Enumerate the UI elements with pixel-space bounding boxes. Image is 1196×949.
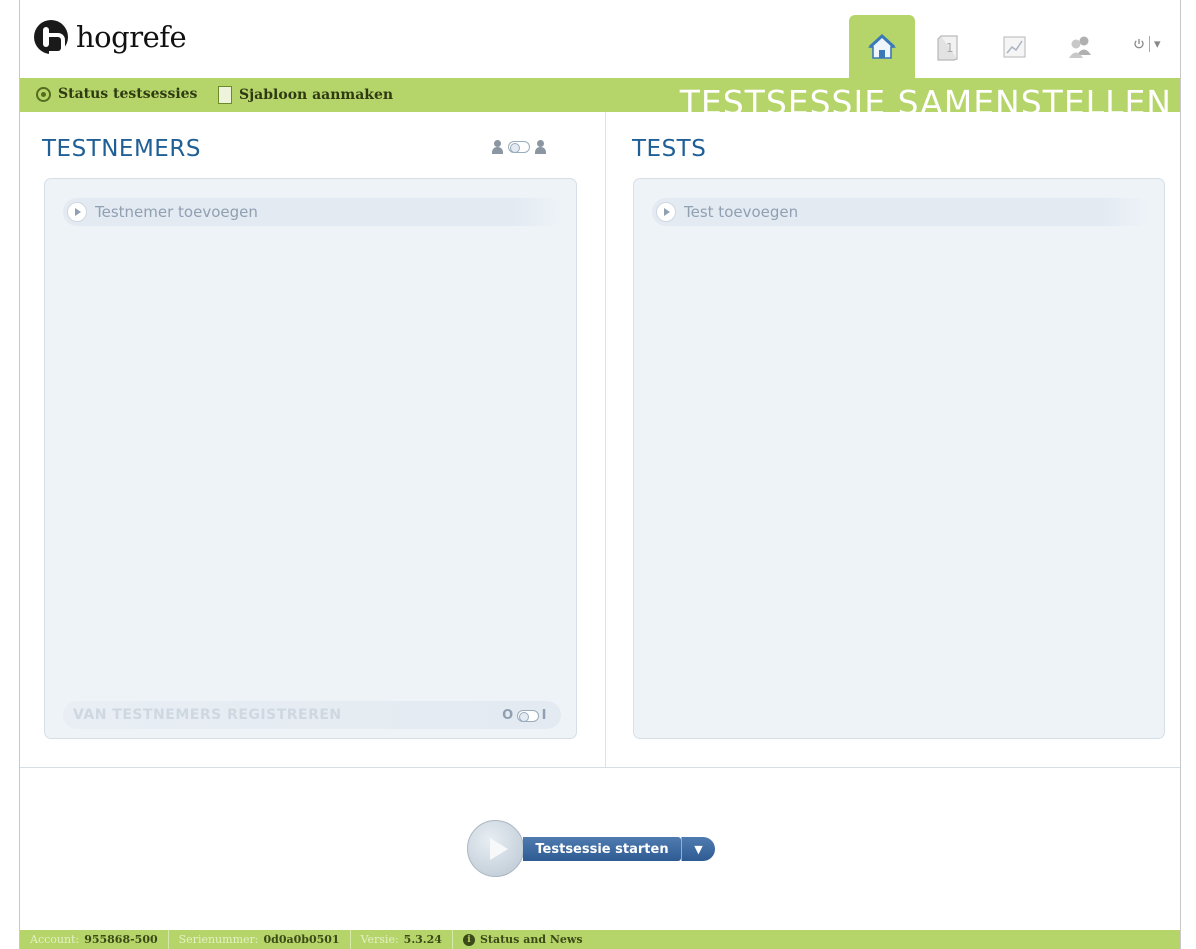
- account-value: 955868-500: [84, 933, 158, 946]
- brand-name: hogrefe: [76, 20, 187, 54]
- register-toggle[interactable]: O I: [502, 708, 547, 723]
- version-value: 5.3.24: [403, 933, 442, 946]
- toggle-off-label: O: [502, 708, 514, 723]
- main-nav: 1: [849, 15, 1113, 78]
- document-icon: [218, 86, 232, 104]
- status-sessions-link[interactable]: Status testsessies: [36, 86, 197, 102]
- group-person-icon: [535, 140, 546, 154]
- nav-tests[interactable]: 1: [915, 15, 981, 78]
- version-label: Versie:: [360, 933, 399, 946]
- page-title: TESTSESSIE SAMENSTELLEN: [679, 83, 1172, 112]
- play-large-icon[interactable]: [467, 820, 524, 877]
- svg-text:1: 1: [946, 41, 954, 55]
- info-icon: i: [462, 933, 475, 946]
- register-participants-row[interactable]: VAN TESTNEMERS REGISTREREN O I: [63, 701, 561, 729]
- content-divider: [20, 767, 1180, 768]
- users-icon: [1069, 36, 1091, 58]
- status-sessions-label: Status testsessies: [58, 86, 198, 102]
- power-caret: ▾: [1154, 36, 1161, 52]
- tests-title: TESTS: [632, 136, 707, 162]
- logo[interactable]: hogrefe: [34, 20, 187, 55]
- book-icon: 1: [937, 34, 958, 61]
- play-icon: [67, 202, 87, 222]
- chart-icon: [1003, 35, 1026, 58]
- account-label: Account:: [30, 933, 80, 946]
- footer-version: Versie: 5.3.24: [351, 930, 453, 949]
- power-menu[interactable]: ▾: [1133, 36, 1161, 52]
- start-options-dropdown[interactable]: ▼: [681, 837, 715, 861]
- start-session-control: Testsessie starten ▼: [467, 820, 737, 877]
- panel-divider: [605, 112, 606, 767]
- participant-mode-toggle[interactable]: [492, 140, 546, 154]
- hogrefe-logo-icon: [34, 20, 68, 55]
- footer-serial: Serienummer: 0d0a0b0501: [169, 930, 351, 949]
- create-template-link[interactable]: Sjabloon aanmaken: [218, 86, 393, 104]
- app-frame: hogrefe 1 ▾ Status testsessies Sjabloon …: [19, 0, 1181, 949]
- sub-toolbar: Status testsessies Sjabloon aanmaken TES…: [20, 78, 1180, 112]
- testnemers-panel: Testnemer toevoegen VAN TESTNEMERS REGIS…: [44, 178, 577, 739]
- header: hogrefe 1 ▾: [20, 0, 1180, 78]
- nav-home[interactable]: [849, 15, 915, 78]
- add-test-button[interactable]: Test toevoegen: [652, 198, 1150, 226]
- toggle-on-label: I: [541, 708, 547, 723]
- register-switch[interactable]: [516, 709, 539, 722]
- nav-reports[interactable]: [981, 15, 1047, 78]
- tests-panel: Test toevoegen: [633, 178, 1165, 739]
- dropdown-arrow-icon: ▼: [694, 842, 703, 856]
- add-test-label: Test toevoegen: [684, 203, 799, 221]
- create-template-label: Sjabloon aanmaken: [239, 87, 394, 103]
- nav-users[interactable]: [1047, 15, 1113, 78]
- serial-value: 0d0a0b0501: [263, 933, 340, 946]
- status-icon: [36, 86, 51, 102]
- status-footer: Account: 955868-500 Serienummer: 0d0a0b0…: [20, 930, 1180, 949]
- status-news-link[interactable]: i Status and News: [453, 930, 593, 949]
- power-icon: [1134, 39, 1144, 49]
- single-person-icon: [492, 140, 503, 154]
- serial-label: Serienummer:: [178, 933, 259, 946]
- mode-switch[interactable]: [508, 141, 530, 153]
- add-participant-label: Testnemer toevoegen: [95, 203, 258, 221]
- home-icon: [867, 33, 897, 59]
- add-participant-button[interactable]: Testnemer toevoegen: [63, 198, 563, 226]
- start-session-button[interactable]: Testsessie starten: [523, 837, 681, 861]
- footer-account: Account: 955868-500: [20, 930, 169, 949]
- register-participants-label: VAN TESTNEMERS REGISTREREN: [73, 707, 342, 723]
- testnemers-title: TESTNEMERS: [42, 136, 201, 162]
- status-news-label: Status and News: [479, 933, 583, 946]
- play-icon: [656, 202, 676, 222]
- power-separator: [1149, 36, 1150, 52]
